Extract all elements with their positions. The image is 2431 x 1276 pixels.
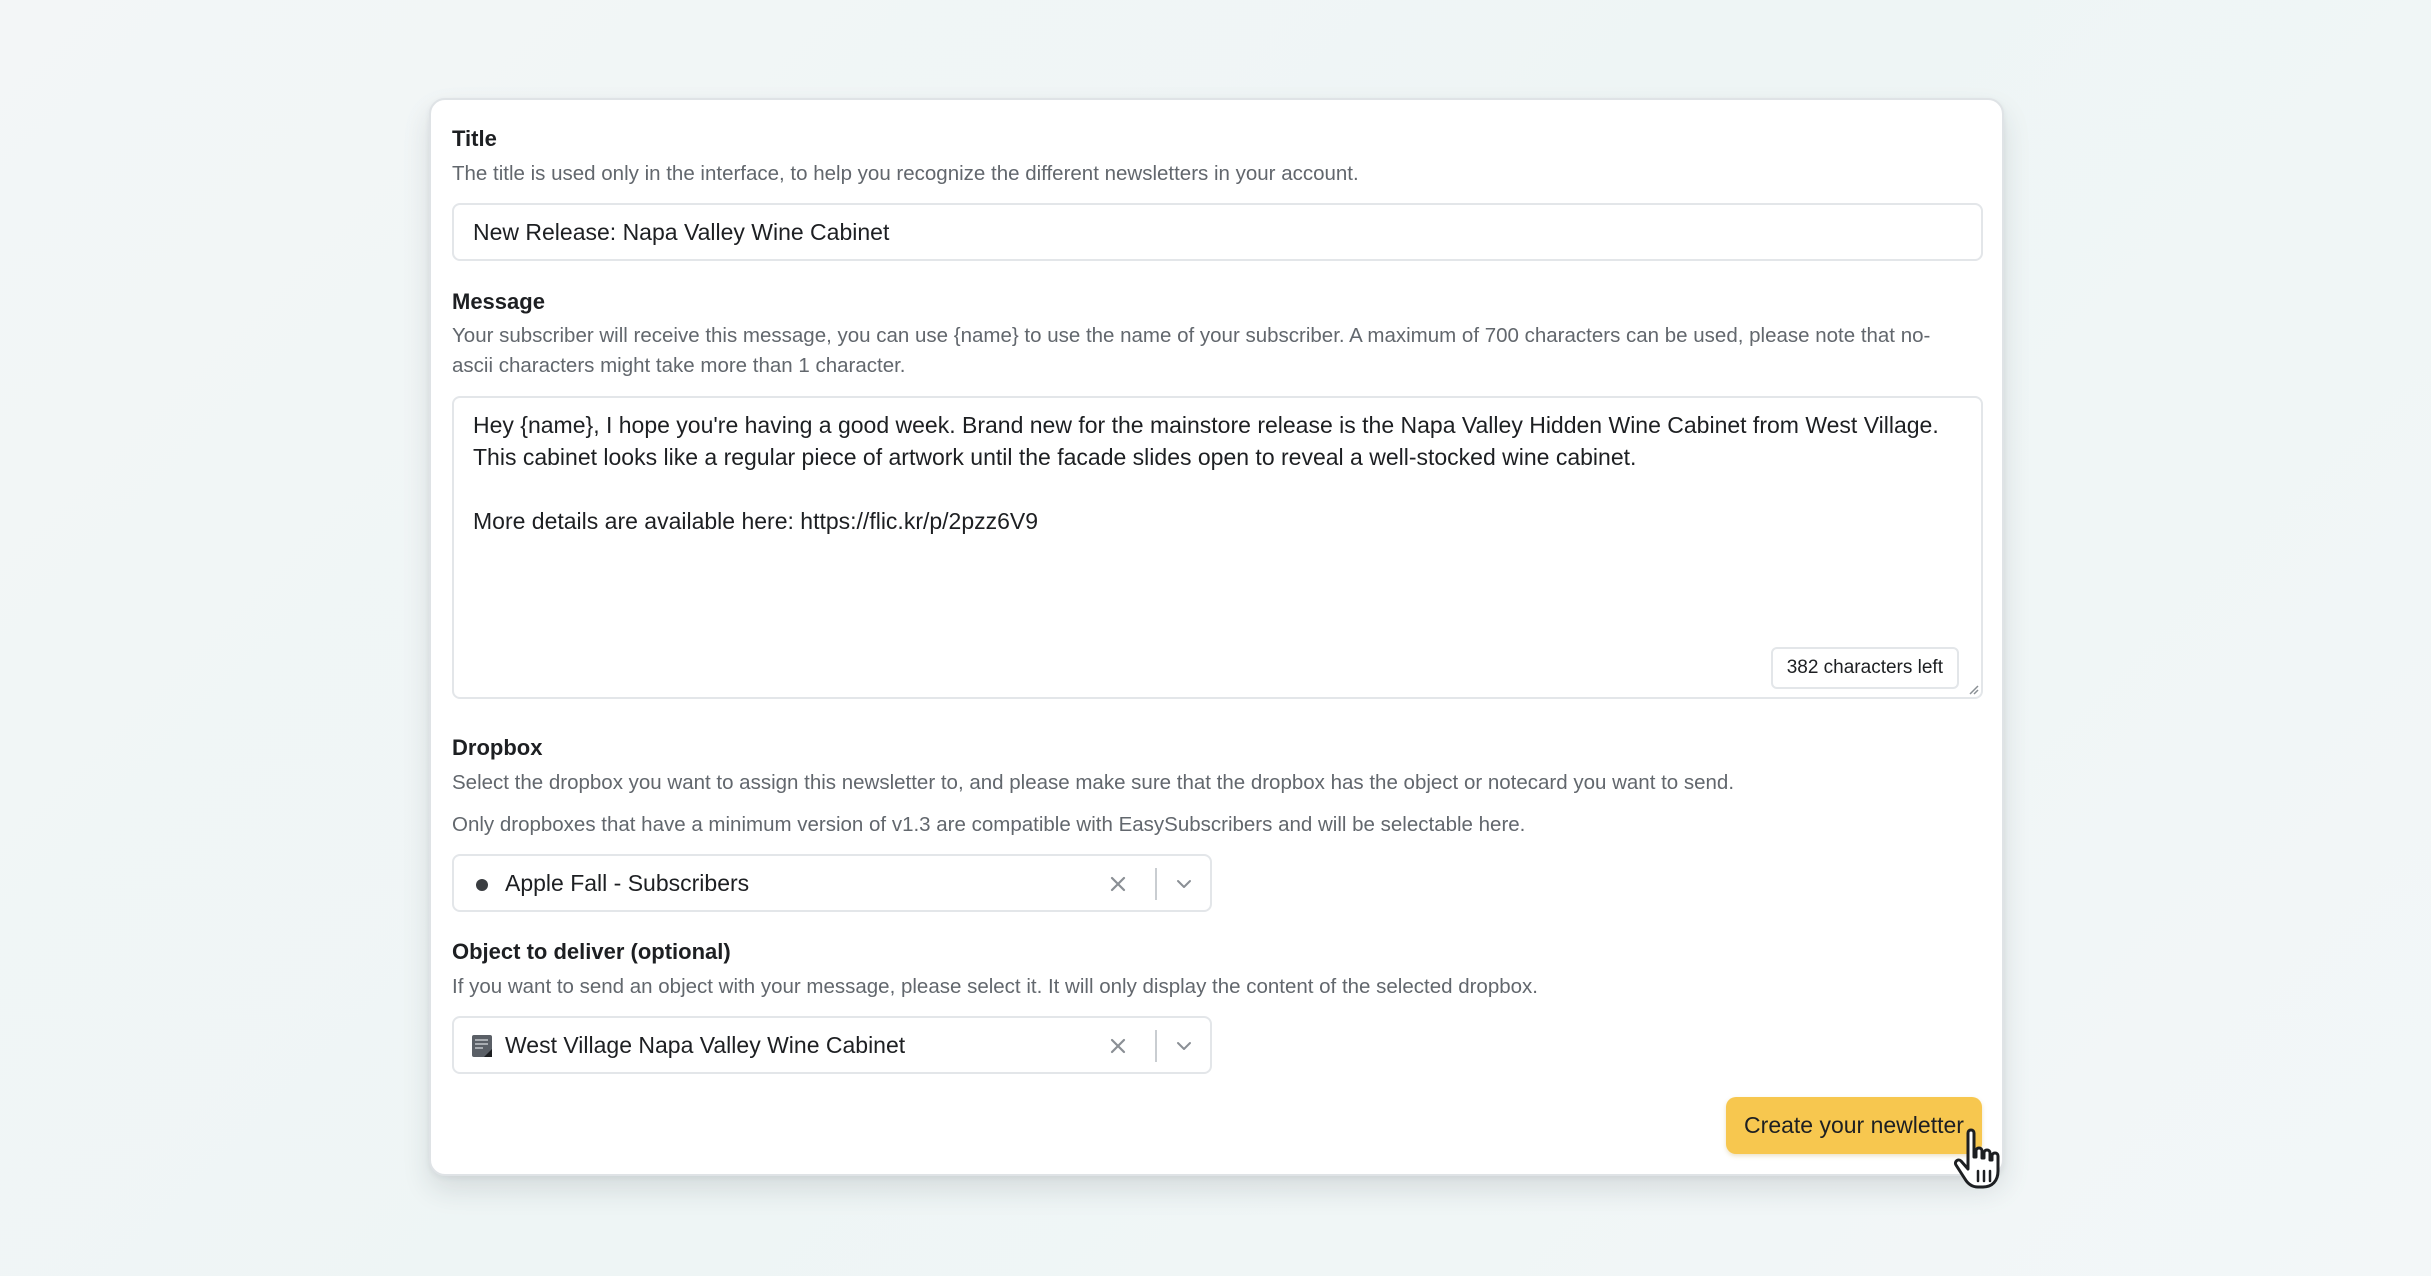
object-select[interactable]: West Village Napa Valley Wine Cabinet [452,1016,1212,1074]
select-separator [1155,868,1157,900]
message-help-text-line2: ascii characters might take more than 1 … [452,354,906,377]
message-line-2: This cabinet looks like a regular piece … [473,444,1637,470]
clear-icon[interactable] [1106,1034,1130,1058]
message-line-1: Hey {name}, I hope you're having a good … [473,412,1939,438]
hand-pointer-cursor-icon [1954,1128,2000,1189]
character-counter: 382 characters left [1770,647,1959,689]
dropbox-selected-value: Apple Fall - Subscribers [505,870,750,896]
dropbox-label: Dropbox [452,735,543,760]
dropbox-help-text-2: Only dropboxes that have a minimum versi… [452,813,1526,836]
object-help-text: If you want to send an object with your … [452,975,1538,998]
chevron-down-icon[interactable] [1173,873,1195,895]
create-newsletter-button[interactable]: Create your newletter [1726,1097,1982,1154]
newsletter-form-card: Title The title is used only in the inte… [429,98,2004,1176]
message-help-text-line1: Your subscriber will receive this messag… [452,324,1931,347]
object-selected-value: West Village Napa Valley Wine Cabinet [505,1032,906,1058]
bullet-icon [476,879,488,891]
object-label: Object to deliver (optional) [452,939,731,964]
select-separator [1155,1030,1157,1062]
dropbox-select[interactable]: Apple Fall - Subscribers [452,854,1212,912]
resize-handle-icon[interactable] [1967,683,1979,695]
title-label: Title [452,126,497,151]
message-line-4: More details are available here: https:/… [473,508,1039,534]
title-input[interactable]: New Release: Napa Valley Wine Cabinet [452,203,1983,261]
title-help-text: The title is used only in the interface,… [452,162,1359,185]
dropbox-help-text-1: Select the dropbox you want to assign th… [452,771,1735,794]
notecard-icon [472,1035,492,1057]
message-textarea[interactable]: Hey {name}, I hope you're having a good … [452,396,1983,699]
message-label: Message [452,289,545,314]
title-input-value: New Release: Napa Valley Wine Cabinet [473,219,890,245]
chevron-down-icon[interactable] [1173,1035,1195,1057]
clear-icon[interactable] [1106,872,1130,896]
